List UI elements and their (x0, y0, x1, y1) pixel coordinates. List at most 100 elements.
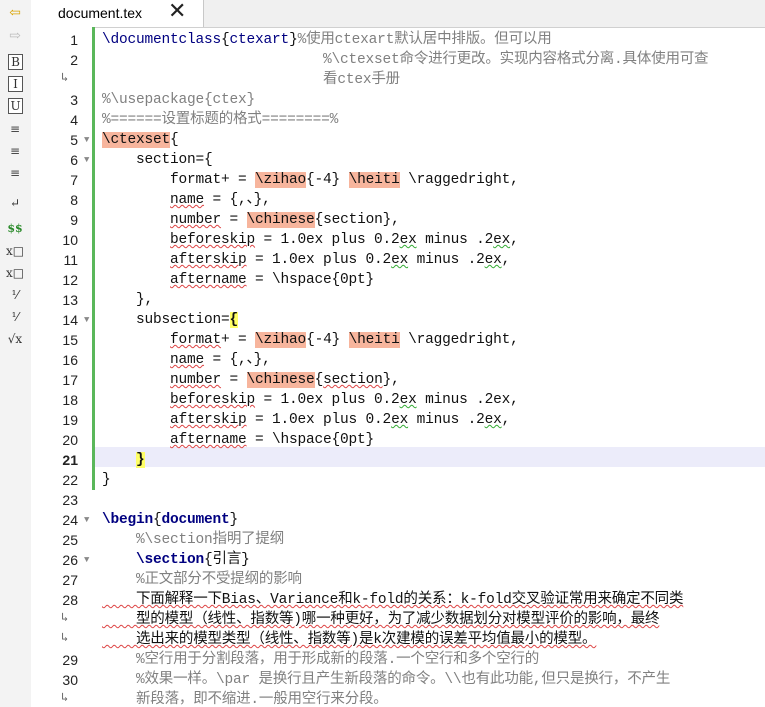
code-token: number (170, 372, 222, 388)
code-token: \chinese (246, 372, 315, 388)
align-center-icon[interactable]: ≡ (5, 142, 25, 160)
code-token: } (229, 512, 239, 528)
code-token: aftername (170, 272, 247, 288)
code-token: = \hspace{0pt} (246, 432, 375, 448)
fold-toggle-icon[interactable]: ▼ (84, 315, 89, 325)
code-line[interactable]: \documentclass{ctexart}%使用ctexart默认居中排版。… (102, 30, 552, 50)
line-number-gutter: 1 2 ↳ 3 4 5 ▼ 6 ▼ 7 8 9 10 11 12 13 14 ▼ 15 16 17 18 19 20 21 22 2… (31, 27, 94, 707)
code-line[interactable]: 选出来的模型类型（线性、指数等)是k次建模的误差平均值最小的模型。 (102, 630, 597, 650)
line-number: 26 (62, 552, 78, 568)
code-token: { (314, 372, 324, 388)
code-token: afterskip (170, 252, 247, 268)
code-token: %\usepackage{ctex} (102, 92, 256, 108)
code-token: minus .2 (416, 232, 494, 248)
code-line[interactable]: format+ = \zihao{-4} \heiti \raggedright… (102, 170, 519, 190)
code-token: 型的模型（线性、指数等)哪一种更好，为了减少数据划分对模型评价的影响，最终 (102, 612, 660, 628)
editor-tab[interactable]: document.tex ✕ (31, 0, 204, 27)
code-line[interactable]: \section{引言} (102, 550, 250, 570)
line-number: 6 (70, 152, 78, 168)
fraction-icon[interactable]: ⅟ (5, 286, 25, 304)
code-token: \section (136, 552, 205, 568)
code-line[interactable]: 看ctex手册 (102, 70, 400, 90)
code-line[interactable]: afterskip = 1.0ex plus 0.2ex minus .2ex, (102, 250, 510, 270)
code-line[interactable]: 新段落，即不缩进.一般用空行来分段。 (102, 690, 388, 707)
align-left-icon[interactable]: ≡ (5, 120, 25, 138)
code-token: ex (399, 232, 417, 248)
code-token: minus .2 (408, 252, 485, 268)
code-line[interactable]: format+ = \zihao{-4} \heiti \raggedright… (102, 330, 519, 350)
code-line[interactable]: name = {,、}, (102, 190, 271, 210)
dfrac-icon[interactable]: ⅟ (5, 308, 25, 326)
fold-toggle-icon[interactable]: ▼ (84, 135, 89, 145)
align-right-icon[interactable]: ≡ (5, 164, 25, 182)
code-line[interactable]: %正文部分不受提纲的影响 (102, 570, 302, 590)
code-token: subsection= (102, 312, 230, 328)
code-line[interactable]: aftername = \hspace{0pt} (102, 270, 374, 290)
line-number: 1 (70, 32, 78, 48)
structure-toolbar: ⇦ ⇨ B I U ≡ ≡ ≡ ↵ $$ x□ x□ ⅟ ⅟ √x (0, 0, 32, 707)
nav-back-icon[interactable]: ⇦ (5, 4, 25, 22)
italic-icon[interactable]: I (8, 76, 23, 92)
fold-toggle-icon[interactable]: ▼ (84, 155, 89, 165)
code-token: %空行用于分割段落，用于形成新的段落.一个空行和多个空行的 (102, 652, 540, 668)
close-icon[interactable]: ✕ (168, 1, 186, 23)
underline-icon[interactable]: U (8, 98, 23, 114)
code-token: name (170, 352, 205, 368)
code-line[interactable]: %\ctexset命令进行更改。实现内容格式分离.具体使用可查 (102, 50, 709, 70)
code-line[interactable]: \begin{document} (102, 510, 238, 530)
code-line[interactable]: name = {,、}, (102, 350, 271, 370)
code-line[interactable]: subsection={ (102, 310, 238, 330)
code-line[interactable]: %======设置标题的格式========% (102, 110, 338, 130)
code-token: afterskip (170, 412, 247, 428)
code-line[interactable]: 型的模型（线性、指数等)哪一种更好，为了减少数据划分对模型评价的影响，最终 (102, 610, 660, 630)
fold-toggle-icon[interactable]: ▼ (84, 555, 89, 565)
code-line[interactable]: number = \chinese{section}, (102, 210, 400, 230)
code-token: ex (484, 412, 502, 428)
code-line[interactable]: beforeskip = 1.0ex plus 0.2ex minus .2ex… (102, 230, 519, 250)
fold-toggle-icon[interactable]: ▼ (84, 515, 89, 525)
bold-icon[interactable]: B (8, 54, 23, 70)
code-token: %======设置标题的格式========% (102, 112, 339, 128)
line-number: 29 (62, 652, 78, 668)
line-number: 3 (70, 92, 78, 108)
newline-icon[interactable]: ↵ (5, 194, 25, 212)
code-token: \chinese (246, 212, 315, 228)
line-number: 4 (70, 112, 78, 128)
code-token: { (153, 512, 162, 528)
code-line[interactable]: %效果一样。\par 是换行且产生新段落的命令。\\也有此功能,但只是换行，不产… (102, 670, 670, 690)
line-number: 14 (62, 312, 78, 328)
code-line[interactable]: \ctexset{ (102, 130, 179, 150)
code-line[interactable]: } (102, 450, 145, 470)
code-line[interactable]: afterskip = 1.0ex plus 0.2ex minus .2ex, (102, 410, 510, 430)
code-line[interactable]: 下面解释一下Bias、Variance和k-fold的关系：k-fold交叉验证… (102, 590, 683, 610)
line-number: 24 (62, 512, 78, 528)
math-mode-icon[interactable]: $$ (5, 220, 25, 238)
code-editor[interactable]: \documentclass{ctexart}%使用ctexart默认居中排版。… (95, 27, 765, 707)
superscript-icon[interactable]: x□ (5, 264, 25, 282)
code-line[interactable]: } (102, 470, 111, 490)
code-line[interactable]: section={ (102, 150, 213, 170)
line-number: 15 (62, 332, 78, 348)
line-number: 27 (62, 572, 78, 588)
line-number: 11 (63, 252, 78, 268)
code-line[interactable]: %空行用于分割段落，用于形成新的段落.一个空行和多个空行的 (102, 650, 539, 670)
code-line[interactable]: aftername = \hspace{0pt} (102, 430, 374, 450)
code-token: section (323, 372, 383, 388)
code-line[interactable]: beforeskip = 1.0ex plus 0.2ex minus .2ex… (102, 390, 519, 410)
code-token: \documentclass (102, 32, 222, 48)
sqrt-icon[interactable]: √x (5, 330, 25, 348)
code-line[interactable]: number = \chinese{section}, (102, 370, 400, 390)
code-token: {-4} (306, 172, 349, 188)
code-token: 新段落，即不缩进.一般用空行来分段。 (102, 692, 388, 707)
code-token: = 1.0ex plus 0.2 (246, 412, 392, 428)
subscript-icon[interactable]: x□ (5, 242, 25, 260)
code-line[interactable]: }, (102, 290, 153, 310)
nav-forward-icon[interactable]: ⇨ (5, 27, 25, 45)
code-line[interactable]: %\section指明了提纲 (102, 530, 284, 550)
code-line[interactable]: %\usepackage{ctex} (102, 90, 255, 110)
